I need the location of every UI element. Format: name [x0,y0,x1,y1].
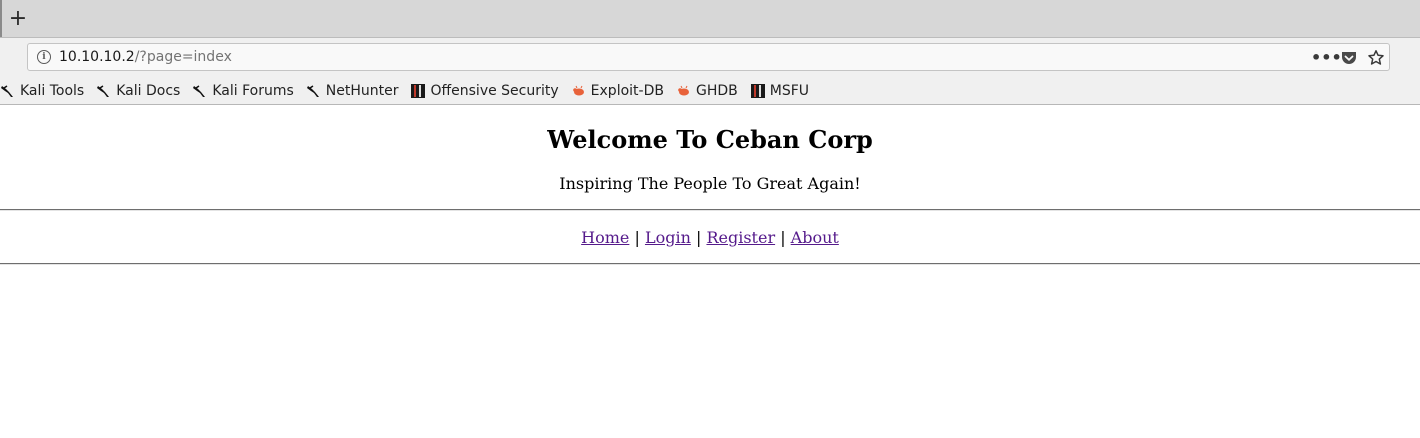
page-actions-menu-icon[interactable]: ••• [1311,47,1342,69]
bookmark-label: Kali Docs [116,83,181,99]
nav-link-home[interactable]: Home [581,228,629,247]
tab-strip: + [0,0,1420,38]
nav-link-register[interactable]: Register [706,228,775,247]
offsec-icon [411,84,426,98]
bookmark-label: NetHunter [325,83,399,99]
new-tab-button[interactable]: + [0,0,34,37]
bookmark-exploit-db[interactable]: Exploit-DB [571,79,664,103]
exploitdb-bug-icon [678,85,689,96]
pocket-icon[interactable] [1340,49,1358,67]
info-icon[interactable]: i [37,50,51,64]
kali-dragon-icon [97,85,110,97]
plus-icon: + [8,5,28,31]
bookmark-label: Kali Tools [20,83,85,99]
bookmark-label: Kali Forums [212,83,294,99]
page-title: Welcome To Ceban Corp [547,125,873,154]
kali-dragon-icon [193,85,206,97]
exploitdb-bug-icon [572,85,584,96]
url-path: /?page=index [134,49,232,65]
divider [0,209,1420,211]
bookmark-offensive-security[interactable]: Offensive Security [410,79,559,103]
navigation-toolbar: i 10.10.10.2/?page=index ••• [0,38,1420,78]
nav-separator: | [780,228,786,247]
nav-separator: | [634,228,640,247]
bookmark-label: MSFU [769,83,809,99]
bookmark-label: Exploit-DB [590,83,664,99]
url-actions: ••• [1311,47,1385,69]
bookmark-kali-tools[interactable]: Kali Tools [0,79,84,103]
nav-separator: | [695,228,702,247]
page-content: Welcome To Ceban Corp Inspiring The Peop… [0,126,1420,265]
url-host: 10.10.10.2 [59,49,135,65]
bookmark-msfu[interactable]: MSFU [750,79,809,103]
kali-dragon-icon [1,85,13,97]
kali-dragon-icon [306,85,319,97]
url-bar[interactable]: i 10.10.10.2/?page=index ••• [27,43,1390,71]
bookmark-label: Offensive Security [430,83,559,99]
bookmark-kali-docs[interactable]: Kali Docs [96,79,180,103]
divider [0,263,1420,265]
bookmarks-toolbar: Kali Tools Kali Docs Kali Forums NetHunt… [0,78,1420,105]
bookmark-kali-forums[interactable]: Kali Forums [192,79,294,103]
bookmark-label: GHDB [695,83,738,99]
nav-link-about[interactable]: About [791,228,839,247]
bookmark-ghdb[interactable]: GHDB [676,79,738,103]
bookmark-star-icon[interactable] [1367,49,1385,67]
site-nav: Home | Login | Register | About [0,228,1420,247]
nav-link-login[interactable]: Login [645,228,691,247]
offsec-icon [750,84,765,98]
bookmark-nethunter[interactable]: NetHunter [306,79,399,103]
url-text[interactable]: 10.10.10.2/?page=index [59,49,232,65]
page-tagline: Inspiring The People To Great Again! [559,174,861,193]
